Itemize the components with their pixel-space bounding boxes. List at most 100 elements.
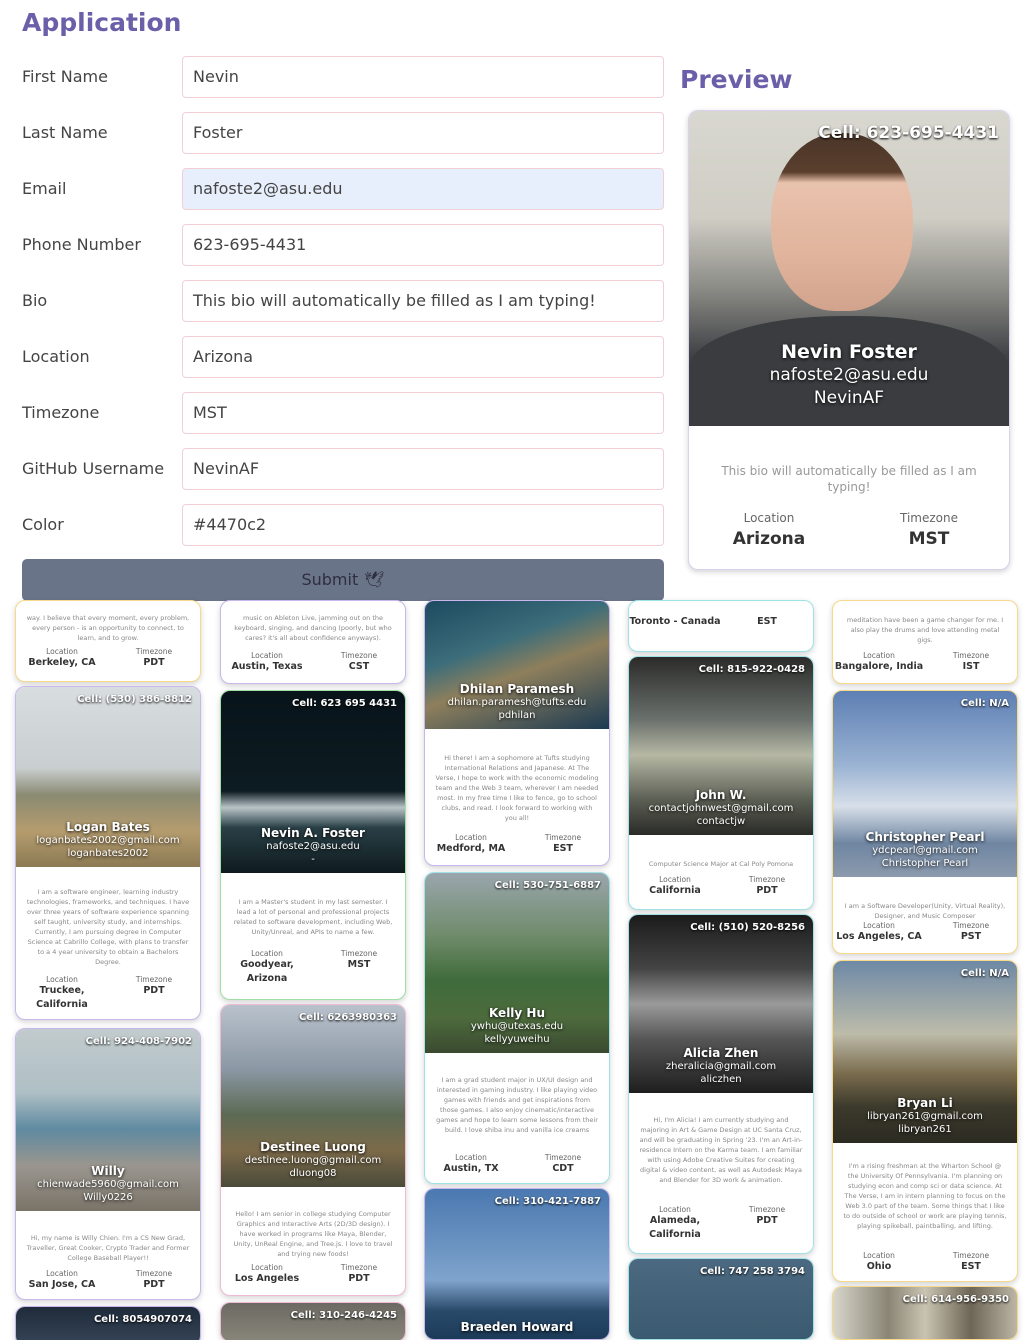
card-location-value: Berkeley, CA [28,657,96,668]
email-label: Email [22,179,67,198]
card-identity: Bryan Li libryan261@gmail.com libryan261 [833,1097,1017,1136]
profile-card[interactable]: Cell: (530) 386-8812 Logan Bates loganbate… [15,686,201,1020]
card-username: aliczhen [700,1074,742,1085]
card-location-value: San Jose, CA [28,1279,96,1290]
card-email: contactjohnwest@gmail.com [648,803,794,814]
card-location: Location Ohio [833,1251,925,1274]
preview-title: Preview [680,65,793,94]
card-cell: Cell: 310-246-4245 [290,1310,397,1321]
card-name: Dhilan Paramesh [459,682,575,696]
bio-label: Bio [22,291,48,310]
card-identity: John W. contactjohnwest@gmail.com contactj… [629,789,813,828]
card-location-label: Location [863,651,895,660]
profile-card[interactable]: Cell: 924-408-7902 Willy chienwade5960@gma… [15,1028,201,1300]
profile-card[interactable]: meditation have been a game changer for … [832,600,1018,684]
card-timezone: Timezone PDT [721,875,813,898]
profile-card[interactable]: music on Ableton Live, jamming out on th… [220,600,406,684]
card-location-value: Toronto - Canada [629,616,721,627]
card-bio: Hello! I am senior in college studying C… [233,1210,393,1258]
card-bio: I am a software engineer, learning indus… [26,888,190,966]
card-timezone: Timezone CDT [517,1153,609,1176]
profile-card[interactable]: Cell: 8054907074 [15,1306,201,1340]
bio-input[interactable]: This bio will automatically be filled as… [182,280,664,322]
profile-card[interactable]: Dhilan Paramesh dhilan.paramesh@tufts.edu… [424,600,610,866]
profile-card[interactable]: Cell: 623 695 4431 Nevin A. Foster nafoste… [220,690,406,1000]
last-name-input[interactable]: Foster [182,112,664,154]
card-location: Location Goodyear, Arizona [221,949,313,986]
profile-card[interactable]: Cell: 6263980363 Destinee Luong destinee.l… [220,1004,406,1296]
profile-photo [221,1303,405,1340]
card-name: Braeden Howard [460,1320,574,1334]
bio-row: Bio This bio will automatically be fille… [22,280,664,336]
first-name-input[interactable]: Nevin [182,56,664,98]
preview-location-value: Arizona [732,529,806,549]
profile-card[interactable]: Cell: 614-956-9350 [832,1286,1018,1340]
location-input[interactable]: Arizona [182,336,664,378]
card-username: pdhilan [498,710,536,721]
card-identity: Willy chienwade5960@gmail.com Willy0226 [16,1165,200,1204]
profile-card[interactable]: Cell: 310-246-4245 [220,1302,406,1340]
preview-name: Nevin Foster [781,341,917,363]
preview-username: NevinAF [813,388,885,408]
card-location-label: Location [46,1269,78,1278]
profile-card[interactable]: Cell: (510) 520-8256 Alicia Zhen zheralici… [628,914,814,1254]
card-location-value: Los Angeles [234,1273,300,1284]
profile-card[interactable]: Cell: N/A Christopher Pearl ydcpearl@gmail… [832,690,1018,954]
card-timezone-value: CDT [552,1163,574,1174]
card-location: Location California [629,875,721,898]
card-timezone-label: Timezone [748,875,786,884]
location-row: Location Arizona [22,336,664,392]
card-timezone-value: IST [962,661,980,672]
preview-card: Cell: 623-695-4431 Nevin Foster nafoste2… [688,110,1010,570]
card-timezone-label: Timezone [952,1251,990,1260]
github-input[interactable]: NevinAF [182,448,664,490]
email-row: Email nafoste2@asu.edu [22,168,664,224]
card-location-label: Location [251,1263,283,1272]
card-name: Alicia Zhen [683,1046,759,1060]
card-location: Location Alameda, California [629,1205,721,1242]
card-timezone-label: Timezone [748,1205,786,1214]
card-location-label: Location [863,1251,895,1260]
timezone-row: Timezone MST [22,392,664,448]
card-timezone-value: PDT [143,657,165,668]
card-timezone-value: PST [960,931,982,942]
card-cell: Cell: 623 695 4431 [292,698,397,709]
card-timezone-label: Timezone [544,833,582,842]
card-bio: Computer Science Major at Cal Poly Pomon… [648,860,794,868]
phone-input[interactable]: 623-695-4431 [182,224,664,266]
profile-card[interactable]: Cell: 815-922-0428 John W. contactjohnwest… [628,656,814,910]
profile-card[interactable]: Cell: 747 258 3794 [628,1258,814,1340]
email-input[interactable]: nafoste2@asu.edu [182,168,664,210]
card-timezone-value: PDT [756,885,778,896]
card-bio: Hi there! I am a sophomore at Tufts stud… [435,754,599,822]
card-location-label: Location [251,651,283,660]
profile-card[interactable]: Cell: 310-421-7887 Braeden Howard [424,1188,610,1340]
card-bio: meditation have been a game changer for … [846,616,1004,644]
color-input[interactable]: #4470c2 [182,504,664,546]
timezone-input[interactable]: MST [182,392,664,434]
profile-card[interactable]: Cell: N/A Bryan Li libryan261@gmail.com lib… [832,960,1018,1282]
card-location-value: Goodyear, Arizona [240,959,294,984]
photo-face [771,133,913,311]
github-label: GitHub Username [22,459,165,478]
app-title: Application [22,8,182,37]
profile-card[interactable]: way. I believe that every moment, every … [15,600,201,682]
card-name: John W. [695,788,747,802]
last-name-label: Last Name [22,123,108,142]
profile-photo [425,1189,609,1339]
card-timezone: Timezone MST [313,949,405,972]
card-timezone-label: Timezone [340,651,378,660]
submit-button[interactable]: Submit 🕊 [22,559,664,601]
card-location: Location San Jose, CA [16,1269,108,1292]
card-name: Willy [91,1164,125,1178]
card-username: loganbates2002 [67,848,149,859]
card-cell: Cell: 530-751-6887 [494,880,601,891]
card-location: Location Berkeley, CA [16,647,108,670]
preview-location-label: Location [743,511,795,525]
card-location-value: Truckee, California [36,985,88,1010]
profile-card[interactable]: Cell: 530-751-6887 Kelly Hu ywhu@utexas.ed… [424,872,610,1184]
card-location: Location Truckee, California [16,975,108,1012]
card-name: Bryan Li [897,1096,953,1110]
card-location-value: Medford, MA [436,843,506,854]
profile-card[interactable]: LocationToronto - CanadaTimezoneEST [628,600,814,652]
